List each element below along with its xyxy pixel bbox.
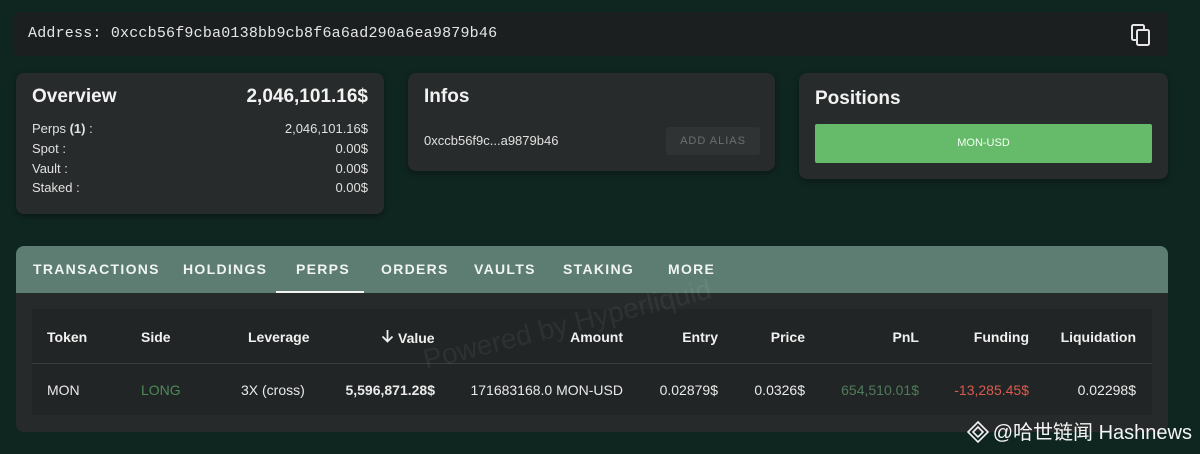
cell-liquidation: 0.02298$ <box>1077 382 1136 398</box>
add-alias-button[interactable]: ADD ALIAS <box>666 127 760 155</box>
infos-title: Infos <box>424 86 470 107</box>
tab-staking[interactable]: STAKING <box>563 246 634 293</box>
copy-icon[interactable] <box>1130 23 1152 47</box>
cell-amount: 171683168.0 MON-USD <box>470 382 623 398</box>
column-header-leverage[interactable]: Leverage <box>248 329 309 345</box>
overview-row-label: Spot : <box>32 141 66 156</box>
address-bar: Address: 0xccb56f9cba0138bb9cb8f6a6ad290… <box>14 12 1168 56</box>
overview-total: 2,046,101.16$ <box>246 86 368 107</box>
column-header-token[interactable]: Token <box>47 329 87 345</box>
column-header-pnl[interactable]: PnL <box>893 329 919 345</box>
overview-row-value: 2,046,101.16$ <box>284 121 368 136</box>
cell-entry: 0.02879$ <box>659 382 718 398</box>
column-header-funding[interactable]: Funding <box>974 329 1029 345</box>
overview-row-label: Vault : <box>32 161 68 176</box>
table-divider <box>32 363 1152 364</box>
cell-leverage: 3X (cross) <box>241 382 305 398</box>
position-mon-usd-button[interactable]: MON-USD <box>815 124 1152 163</box>
cell-funding: -13,285.45$ <box>954 382 1029 398</box>
overview-row-label: Perps <box>32 121 70 136</box>
main-panel: TRANSACTIONS HOLDINGS PERPS ORDERS VAULT… <box>16 246 1168 432</box>
overview-row-suffix: : <box>85 121 93 136</box>
address-text: Address: 0xccb56f9cba0138bb9cb8f6a6ad290… <box>28 25 498 42</box>
cell-token: MON <box>47 382 80 398</box>
overview-row-value: 0.00$ <box>335 180 368 195</box>
cell-pnl: 654,510.01$ <box>841 382 919 398</box>
arrow-down-icon <box>381 330 394 343</box>
column-header-price[interactable]: Price <box>771 329 805 345</box>
positions-card: Positions MON-USD <box>799 73 1168 179</box>
cell-value: 5,596,871.28$ <box>345 382 435 398</box>
infos-card: Infos 0xccb56f9c...a9879b46 ADD ALIAS <box>408 73 775 171</box>
active-tab-indicator <box>276 291 364 293</box>
tab-vaults[interactable]: VAULTS <box>474 246 536 293</box>
short-address: 0xccb56f9c...a9879b46 <box>424 133 559 148</box>
brand-text: @哈世链闻 Hashnews <box>992 422 1192 444</box>
tab-transactions[interactable]: TRANSACTIONS <box>33 246 160 293</box>
column-header-liquidation[interactable]: Liquidation <box>1061 329 1136 345</box>
column-header-side[interactable]: Side <box>141 329 171 345</box>
tab-bar: TRANSACTIONS HOLDINGS PERPS ORDERS VAULT… <box>16 246 1168 293</box>
overview-row-spot: Spot : 0.00$ <box>32 141 368 161</box>
tab-perps[interactable]: PERPS <box>296 246 350 293</box>
overview-row-value: 0.00$ <box>335 141 368 156</box>
cell-price: 0.0326$ <box>754 382 805 398</box>
cell-side: LONG <box>141 382 181 398</box>
overview-row-vault: Vault : 0.00$ <box>32 161 368 181</box>
tab-holdings[interactable]: HOLDINGS <box>183 246 267 293</box>
tab-orders[interactable]: ORDERS <box>381 246 449 293</box>
brand-overlay: @哈世链闻 Hashnews <box>966 416 1192 445</box>
overview-row-staked: Staked : 0.00$ <box>32 180 368 200</box>
overview-row-label: Staked : <box>32 180 80 195</box>
positions-title: Positions <box>815 88 901 109</box>
overview-row-value: 0.00$ <box>335 161 368 176</box>
overview-title: Overview <box>32 86 117 107</box>
overview-row-perps: Perps (1) : 2,046,101.16$ <box>32 121 368 141</box>
overview-row-count: (1) <box>69 121 86 136</box>
overview-card: Overview 2,046,101.16$ Perps (1) : 2,046… <box>16 73 384 214</box>
column-header-entry[interactable]: Entry <box>682 329 718 345</box>
diamond-logo-icon <box>966 421 989 443</box>
